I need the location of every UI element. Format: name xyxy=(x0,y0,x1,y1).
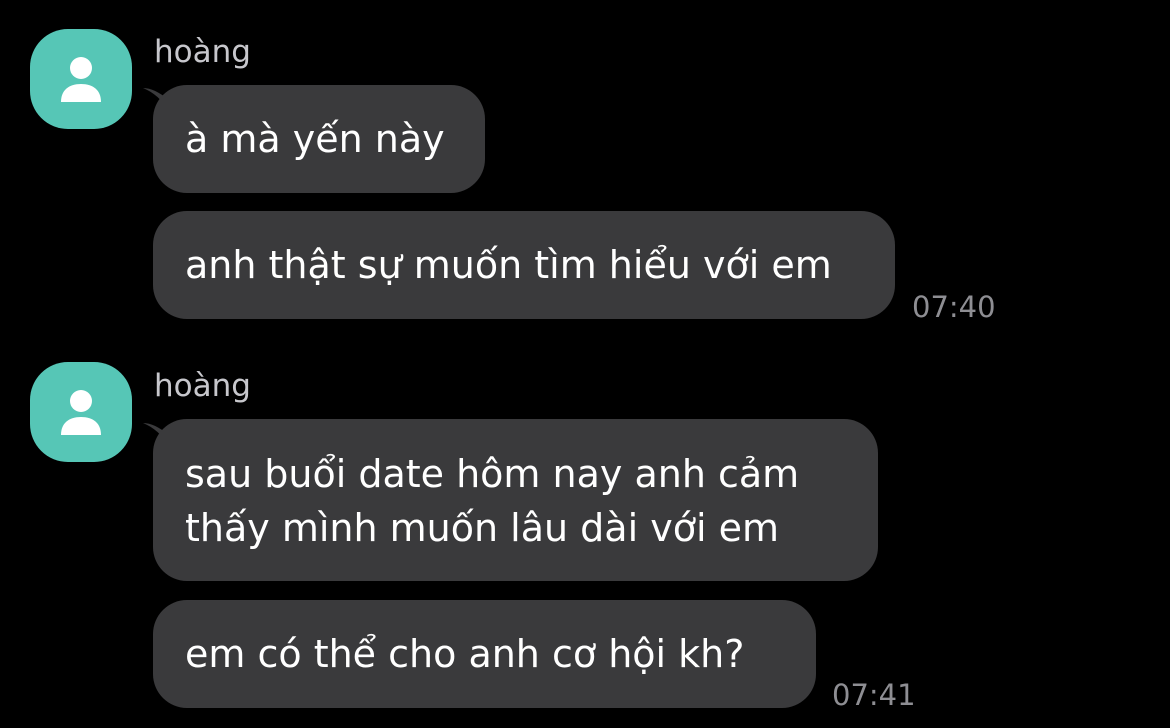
message-text: em có thể cho anh cơ hội kh? xyxy=(185,632,745,676)
message-time: 07:41 xyxy=(832,678,916,712)
avatar[interactable] xyxy=(30,29,132,129)
message-text: à mà yến này xyxy=(185,117,445,161)
message-text-line: sau buổi date hôm nay anh cảm xyxy=(185,452,800,496)
message-bubble[interactable]: sau buổi date hôm nay anh cảm thấy mình … xyxy=(153,419,878,581)
person-icon xyxy=(61,57,101,102)
message-text: anh thật sự muốn tìm hiểu với em xyxy=(185,243,832,287)
sender-name: hoàng xyxy=(154,34,251,70)
message-bubble[interactable]: anh thật sự muốn tìm hiểu với em xyxy=(153,211,895,319)
person-icon xyxy=(61,390,101,435)
avatar[interactable] xyxy=(30,362,132,462)
message-text-line: thấy mình muốn lâu dài với em xyxy=(185,506,779,550)
message-bubble[interactable]: em có thể cho anh cơ hội kh? xyxy=(153,600,816,708)
sender-name: hoàng xyxy=(154,368,251,404)
message-bubble[interactable]: à mà yến này xyxy=(153,85,485,193)
message-time: 07:40 xyxy=(912,290,996,324)
